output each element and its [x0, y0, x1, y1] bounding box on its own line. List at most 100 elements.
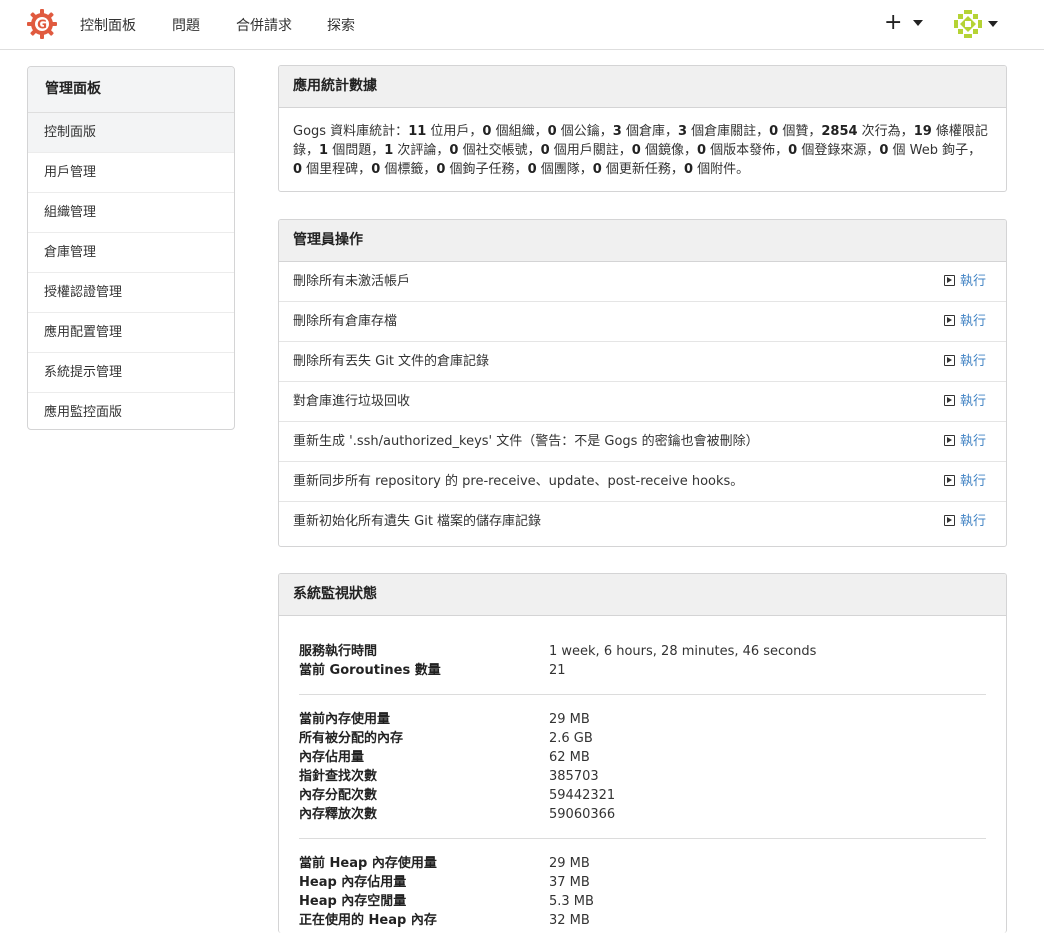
sidebar-item-users[interactable]: 用戶管理 — [28, 153, 234, 193]
monitor-row: 指針查找次數 385703 — [299, 767, 986, 786]
monitor-row: Heap 內存空閒量 5.3 MB — [299, 892, 986, 911]
run-operation-button[interactable]: 執行 — [943, 462, 986, 502]
stat-count: 0 — [631, 143, 641, 158]
monitor-row: 正在使用的 Heap 內存 32 MB — [299, 911, 986, 930]
monitor-value: 37 MB — [549, 875, 590, 890]
monitor-label: 當前內存使用量 — [299, 712, 391, 727]
sidebar-item-organizations[interactable]: 組織管理 — [28, 193, 234, 233]
monitor-label: 當前 Goroutines 數量 — [299, 663, 441, 678]
monitor-row: 當前 Goroutines 數量 21 — [299, 661, 986, 680]
nav-pull-requests[interactable]: 合併請求 — [236, 15, 292, 35]
sidebar-item-repositories[interactable]: 倉庫管理 — [28, 233, 234, 273]
stat-label: 個 Web 鉤子， — [888, 143, 982, 158]
monitor-stats: 服務執行時間 1 week, 6 hours, 28 minutes, 46 se… — [279, 616, 1006, 933]
monitor-label: Heap 內存空閒量 — [299, 894, 407, 909]
monitor-value: 62 MB — [549, 750, 590, 765]
sidebar-title: 管理面板 — [28, 67, 234, 113]
monitor-value: 2.6 GB — [549, 731, 593, 746]
sidebar-item-notices[interactable]: 系統提示管理 — [28, 353, 234, 393]
monitor-label: 正在使用的 Heap 內存 — [299, 913, 437, 928]
monitor-row: 內存分配次數 59442321 — [299, 786, 986, 805]
run-operation-button[interactable]: 執行 — [943, 382, 986, 422]
monitor-value: 385703 — [549, 769, 599, 784]
sidebar-item-authentications[interactable]: 授權認證管理 — [28, 273, 234, 313]
monitor-row: 服務執行時間 1 week, 6 hours, 28 minutes, 46 se… — [299, 642, 986, 661]
sidebar-item-config[interactable]: 應用配置管理 — [28, 313, 234, 353]
stat-label: 個版本發佈， — [706, 143, 789, 158]
run-operation-button[interactable]: 執行 — [943, 502, 986, 542]
play-icon — [943, 275, 955, 286]
stat-count: 0 — [293, 162, 303, 177]
stat-label: 個社交帳號， — [458, 143, 541, 158]
monitor-label: 內存佔用量 — [299, 750, 365, 765]
play-icon — [943, 315, 955, 326]
nav-dashboard[interactable]: 控制面板 — [80, 15, 136, 35]
stat-count: 0 — [592, 162, 602, 177]
stat-label: 個用戶關註， — [549, 143, 632, 158]
monitor-value: 21 — [549, 663, 566, 678]
monitor-value: 59060366 — [549, 807, 616, 822]
stat-count: 0 — [540, 143, 550, 158]
monitor-label: 內存釋放次數 — [299, 807, 378, 822]
stat-label: 個公鑰， — [556, 124, 613, 139]
operation-row: 重新初始化所有遺失 Git 檔案的儲存庫記錄 執行 — [279, 502, 1006, 542]
stat-count: 0 — [696, 143, 706, 158]
stat-label: 個倉庫， — [621, 124, 678, 139]
run-operation-button[interactable]: 執行 — [943, 342, 986, 382]
avatar — [954, 10, 982, 38]
monitor-label: 所有被分配的內存 — [299, 731, 404, 746]
monitor-group: 當前 Heap 內存使用量 29 MB Heap 內存佔用量 37 MB Heap 內存… — [299, 854, 986, 933]
stat-count: 3 — [612, 124, 622, 139]
operation-label: 刪除所有丟失 Git 文件的倉庫記錄 — [293, 354, 490, 369]
operation-row: 刪除所有丟失 Git 文件的倉庫記錄 執行 — [279, 342, 1006, 382]
nav-explore[interactable]: 探索 — [327, 15, 355, 35]
operations-list: 刪除所有未激活帳戶 執行 刪除所有倉庫存檔 執行 刪除所有丟失 Git 文件的倉庫記錄執… — [279, 262, 1006, 542]
stat-count: 0 — [769, 124, 779, 139]
run-label: 執行 — [959, 394, 986, 409]
sidebar-item-dashboard[interactable]: 控制面版 — [28, 113, 234, 153]
stat-label: 個組織， — [491, 124, 548, 139]
stat-count: 1 — [384, 143, 394, 158]
run-operation-button[interactable]: 執行 — [943, 262, 986, 302]
monitor-row: 當前內存使用量 29 MB — [299, 710, 986, 729]
user-menu-dropdown[interactable] — [954, 10, 999, 38]
operation-row: 刪除所有倉庫存檔 執行 — [279, 302, 1006, 342]
stat-label: 個附件。 — [692, 162, 750, 177]
stat-count: 0 — [371, 162, 381, 177]
sidebar-item-monitor[interactable]: 應用監控面版 — [28, 393, 234, 429]
run-operation-button[interactable]: 執行 — [943, 422, 986, 462]
create-new-dropdown[interactable]: + — [884, 12, 923, 34]
monitor-value: 1 week, 6 hours, 28 minutes, 46 seconds — [549, 644, 817, 659]
run-operation-button[interactable]: 執行 — [943, 302, 986, 342]
monitor-value: 29 MB — [549, 712, 590, 727]
monitor-label: 內存分配次數 — [299, 788, 378, 803]
play-icon — [943, 515, 955, 526]
gogs-logo-icon[interactable]: G — [26, 8, 58, 40]
monitor-label: Heap 內存佔用量 — [299, 875, 407, 890]
monitor-value: 59442321 — [549, 788, 616, 803]
stat-count: 3 — [677, 124, 688, 139]
nav-issues[interactable]: 問題 — [172, 15, 200, 35]
operation-label: 重新初始化所有遺失 Git 檔案的儲存庫記錄 — [293, 514, 542, 529]
monitor-label: 指針查找次數 — [299, 769, 378, 784]
chevron-down-icon — [912, 20, 923, 26]
chevron-down-icon — [988, 21, 999, 27]
play-icon — [943, 475, 955, 486]
stat-count: 0 — [683, 162, 693, 177]
monitor-title: 系統監視狀態 — [279, 574, 1006, 616]
play-icon — [943, 435, 955, 446]
operations-title: 管理員操作 — [279, 220, 1006, 262]
operation-label: 刪除所有未激活帳戶 — [293, 274, 411, 289]
stats-panel: 應用統計數據 Gogs 資料庫統計：11 位用戶，0 個組織，0 個公鑰，3 個… — [278, 65, 1007, 192]
stat-count: 1 — [319, 143, 329, 158]
stat-label: 個贊， — [778, 124, 822, 139]
monitor-label: 當前 Heap 內存使用量 — [299, 856, 437, 871]
monitor-row: 內存釋放次數 59060366 — [299, 805, 986, 824]
stat-label: 個鉤子任務， — [445, 162, 528, 177]
operation-label: 重新生成 '.ssh/authorized_keys' 文件（警告：不是 Gog… — [293, 434, 759, 449]
stats-title: 應用統計數據 — [279, 66, 1006, 108]
stat-label: 個鏡像， — [640, 143, 697, 158]
stat-count: 0 — [788, 143, 798, 158]
stat-label: 次評論， — [393, 143, 450, 158]
operations-panel: 管理員操作 刪除所有未激活帳戶 執行 刪除所有倉庫存檔 執行 刪除所有丟失 Git 文件… — [278, 219, 1007, 547]
